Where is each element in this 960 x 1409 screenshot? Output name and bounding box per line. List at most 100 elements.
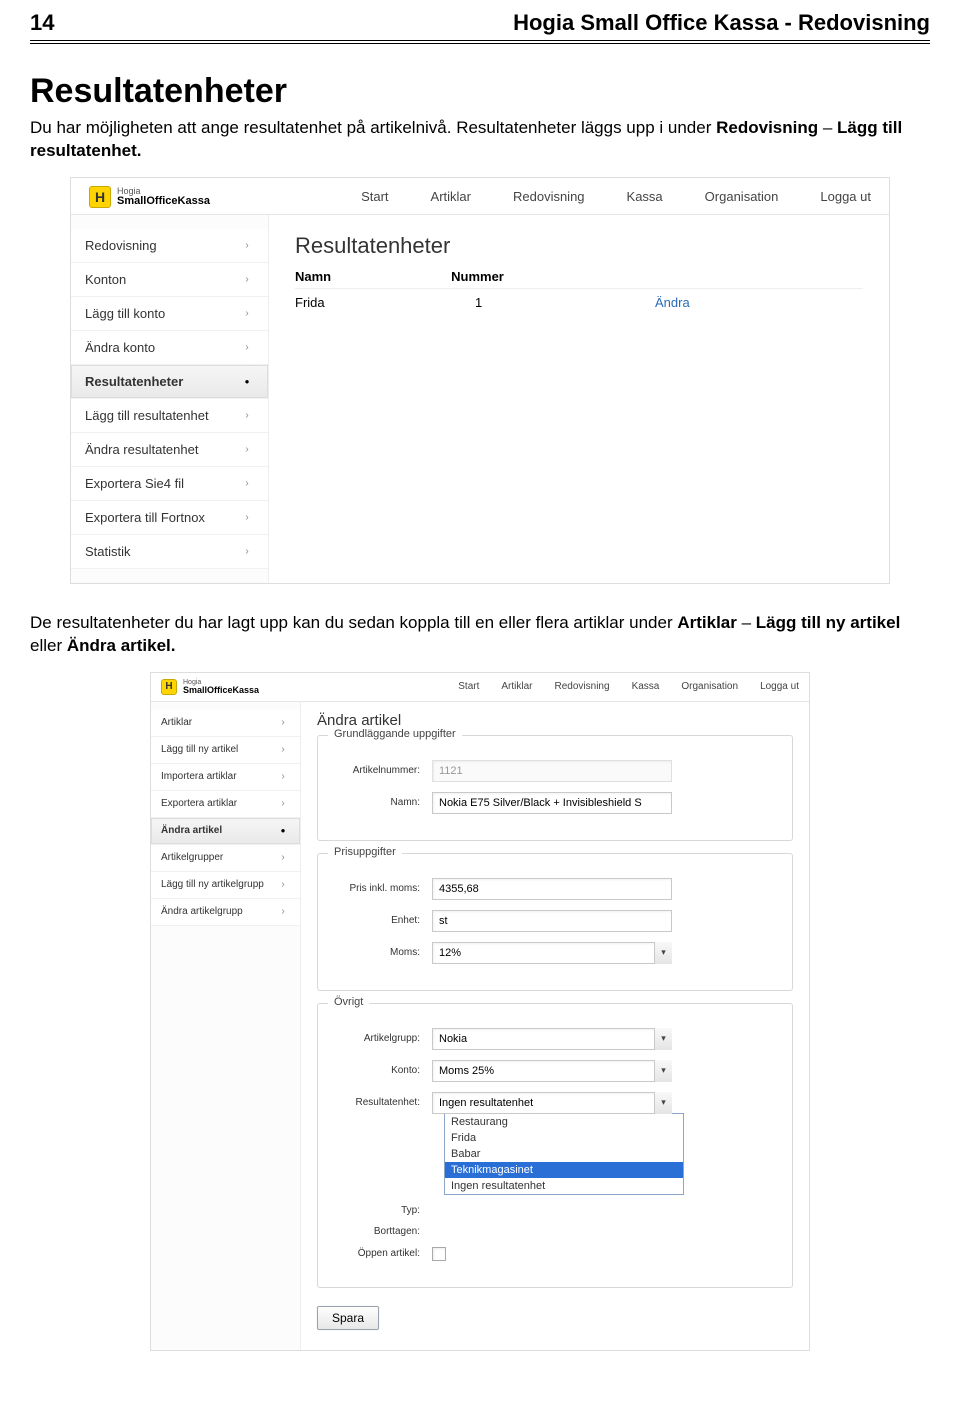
label-enhet: Enhet: bbox=[332, 915, 432, 926]
chevron-right-icon: › bbox=[240, 544, 254, 558]
sidebar-item[interactable]: Exportera Sie4 fil› bbox=[71, 467, 268, 501]
sidebar-item[interactable]: Ändra resultatenhet › bbox=[71, 433, 268, 467]
sidebar-item-label: Importera artiklar bbox=[161, 771, 237, 782]
sidebar-item[interactable]: Ändra konto› bbox=[71, 331, 268, 365]
label-konto: Konto: bbox=[332, 1065, 432, 1076]
section-title: Resultatenheter bbox=[30, 72, 930, 111]
checkbox-oppen-artikel[interactable] bbox=[432, 1247, 446, 1261]
sidebar-item[interactable]: Exportera till Fortnox› bbox=[71, 501, 268, 535]
sidebar-item[interactable]: Lägg till ny artikel› bbox=[151, 737, 300, 764]
sidebar: Redovisning›Konton›Lägg till konto›Ändra… bbox=[71, 215, 269, 583]
para-1: Du har möjligheten att ange resultatenhe… bbox=[30, 117, 930, 163]
main-title: Resultatenheter bbox=[295, 233, 863, 259]
chevron-down-icon[interactable]: ▾ bbox=[654, 1060, 672, 1082]
input-artikelnummer: 1121 bbox=[432, 760, 672, 782]
sidebar-item[interactable]: Konton› bbox=[71, 263, 268, 297]
chevron-right-icon: › bbox=[240, 238, 254, 252]
label-typ: Typ: bbox=[332, 1205, 432, 1216]
topnav-artiklar[interactable]: Artiklar bbox=[431, 189, 471, 204]
save-button[interactable]: Spara bbox=[317, 1306, 379, 1330]
chevron-down-icon[interactable]: ▾ bbox=[654, 1028, 672, 1050]
sidebar-item[interactable]: Artiklar › bbox=[151, 710, 300, 737]
sidebar-item[interactable]: Exportera artiklar› bbox=[151, 791, 300, 818]
chevron-down-icon[interactable]: ▾ bbox=[654, 942, 672, 964]
topnav-start[interactable]: Start bbox=[458, 681, 479, 692]
dropdown-option[interactable]: Restaurang bbox=[445, 1114, 683, 1130]
sidebar-item-label: Ändra artikel bbox=[161, 825, 222, 836]
sidebar-item[interactable]: Ändra artikelgrupp› bbox=[151, 899, 300, 926]
sidebar: Artiklar›Lägg till ny artikel›Importera … bbox=[151, 702, 301, 1350]
select-resultatenhet[interactable]: Ingen resultatenhet bbox=[432, 1092, 672, 1114]
dropdown-option[interactable]: Ingen resultatenhet bbox=[445, 1178, 683, 1194]
sidebar-item-label: Redovisning bbox=[85, 238, 157, 253]
dropdown-option[interactable]: Frida bbox=[445, 1130, 683, 1146]
topnav-kassa[interactable]: Kassa bbox=[632, 681, 660, 692]
chevron-right-icon: › bbox=[240, 442, 254, 456]
topnav-redovisning[interactable]: Redovisning bbox=[555, 681, 610, 692]
para-2: De resultatenheter du har lagt upp kan d… bbox=[30, 612, 930, 658]
para-2-bold-1: Artiklar bbox=[677, 613, 737, 632]
logo-icon: H bbox=[89, 186, 111, 208]
label-namn: Namn: bbox=[332, 797, 432, 808]
para-1-bold-1: Redovisning bbox=[716, 118, 818, 137]
label-resultatenhet: Resultatenhet: bbox=[332, 1097, 432, 1108]
cell-namn: Frida bbox=[295, 295, 355, 310]
sidebar-item[interactable]: Lägg till resultatenhet› bbox=[71, 399, 268, 433]
sidebar-item-label: Statistik bbox=[85, 544, 131, 559]
chevron-right-icon: › bbox=[276, 716, 290, 730]
chevron-right-icon: › bbox=[240, 510, 254, 524]
sidebar-item[interactable]: Importera artiklar› bbox=[151, 764, 300, 791]
sidebar-item[interactable]: Resultatenheter● bbox=[71, 365, 268, 399]
chevron-right-icon: › bbox=[240, 306, 254, 320]
sidebar-item[interactable]: Statistik › bbox=[71, 535, 268, 569]
main-panel: Ändra artikel Grundläggande uppgifter Ar… bbox=[301, 702, 809, 1350]
chevron-right-icon: › bbox=[276, 905, 290, 919]
topnav-redovisning[interactable]: Redovisning bbox=[513, 189, 585, 204]
select-moms[interactable]: 12% bbox=[432, 942, 672, 964]
cell-nummer: 1 bbox=[475, 295, 535, 310]
th-nummer: Nummer bbox=[451, 269, 504, 284]
input-namn[interactable]: Nokia E75 Silver/Black + Invisibleshield… bbox=[432, 792, 672, 814]
dropdown-resultatenhet[interactable]: RestaurangFridaBabarTeknikmagasinetIngen… bbox=[444, 1113, 684, 1195]
app-header: H Hogia SmallOfficeKassa Start Artiklar … bbox=[71, 178, 889, 215]
topnav-loggaut[interactable]: Logga ut bbox=[820, 189, 871, 204]
para-2-bold-2: Lägg till ny artikel bbox=[756, 613, 901, 632]
sidebar-item[interactable]: Ändra artikel● bbox=[151, 818, 300, 845]
topnav-organisation[interactable]: Organisation bbox=[705, 189, 779, 204]
sidebar-item-label: Artiklar bbox=[161, 717, 192, 728]
input-enhet[interactable]: st bbox=[432, 910, 672, 932]
select-artikelgrupp[interactable]: Nokia bbox=[432, 1028, 672, 1050]
sidebar-item-label: Ändra resultatenhet bbox=[85, 442, 198, 457]
sidebar-item[interactable]: Redovisning › bbox=[71, 229, 268, 263]
topnav-kassa[interactable]: Kassa bbox=[627, 189, 663, 204]
label-borttagen: Borttagen: bbox=[332, 1226, 432, 1237]
table-row: Frida 1 Ändra bbox=[295, 289, 863, 310]
select-konto[interactable]: Moms 25% bbox=[432, 1060, 672, 1082]
label-artikelnummer: Artikelnummer: bbox=[332, 765, 432, 776]
label-moms: Moms: bbox=[332, 947, 432, 958]
topnav-start[interactable]: Start bbox=[361, 189, 388, 204]
para-2-text: De resultatenheter du har lagt upp kan d… bbox=[30, 613, 677, 632]
sidebar-item-label: Konton bbox=[85, 272, 126, 287]
label-pris: Pris inkl. moms: bbox=[332, 883, 432, 894]
row-action-andra[interactable]: Ändra bbox=[655, 295, 690, 310]
sidebar-item[interactable]: Lägg till ny artikelgrupp› bbox=[151, 872, 300, 899]
topnav-artiklar[interactable]: Artiklar bbox=[501, 681, 532, 692]
chevron-down-icon[interactable]: ▾ bbox=[654, 1092, 672, 1114]
input-pris[interactable]: 4355,68 bbox=[432, 878, 672, 900]
sidebar-item[interactable]: Lägg till konto› bbox=[71, 297, 268, 331]
chevron-right-icon: ● bbox=[240, 374, 254, 388]
dropdown-option[interactable]: Teknikmagasinet bbox=[445, 1162, 683, 1178]
topnav-organisation[interactable]: Organisation bbox=[681, 681, 738, 692]
fieldset-prisuppgifter: Prisuppgifter Pris inkl. moms: 4355,68 E… bbox=[317, 853, 793, 991]
sidebar-item[interactable]: Artikelgrupper› bbox=[151, 845, 300, 872]
table-header: Namn Nummer bbox=[295, 269, 863, 289]
topnav-loggaut[interactable]: Logga ut bbox=[760, 681, 799, 692]
screenshot-resultatenheter: H Hogia SmallOfficeKassa Start Artiklar … bbox=[70, 177, 890, 584]
top-nav: Start Artiklar Redovisning Kassa Organis… bbox=[361, 189, 871, 204]
th-namn: Namn bbox=[295, 269, 331, 284]
label-artikelgrupp: Artikelgrupp: bbox=[332, 1033, 432, 1044]
dropdown-option[interactable]: Babar bbox=[445, 1146, 683, 1162]
app-header: H Hogia SmallOfficeKassa Start Artiklar … bbox=[151, 673, 809, 702]
legend-grundlaggande: Grundläggande uppgifter bbox=[328, 728, 462, 740]
